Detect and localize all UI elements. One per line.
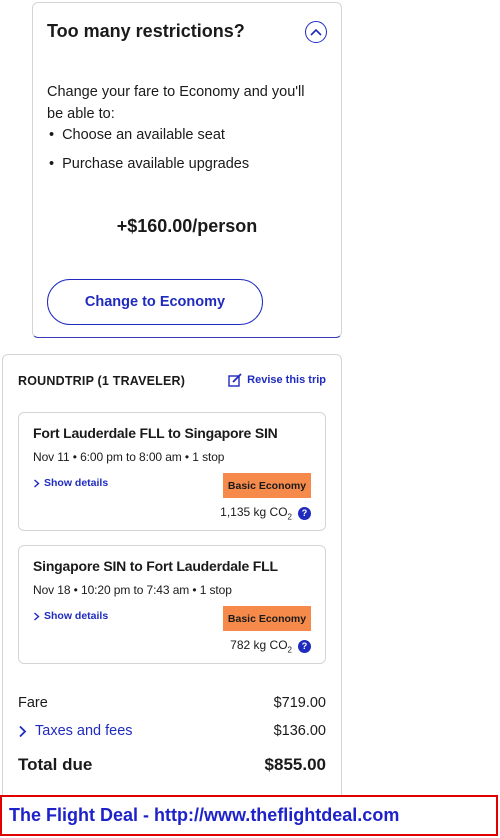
benefit-item: Choose an available seat: [47, 124, 249, 153]
help-icon[interactable]: ?: [298, 639, 311, 653]
total-value: $855.00: [264, 755, 326, 774]
fare-label: Fare: [18, 695, 48, 711]
chevron-right-icon: [34, 478, 40, 488]
fare-row: Fare $719.00: [18, 695, 326, 711]
taxes-label: Taxes and fees: [35, 723, 133, 739]
upsell-card: Too many restrictions? Change your fare …: [32, 2, 342, 338]
benefit-item: Purchase available upgrades: [47, 153, 249, 182]
show-details-label: Show details: [44, 477, 109, 489]
upsell-title: Too many restrictions?: [47, 21, 245, 41]
co2-value: 1,135 kg CO2: [220, 505, 292, 522]
upsell-description: Change your fare to Economy and you'll b…: [47, 84, 305, 122]
show-details-link[interactable]: Show details: [33, 477, 108, 489]
upsell-price: +$160.00/person: [116, 216, 258, 236]
help-icon[interactable]: ?: [298, 506, 311, 520]
taxes-row: Taxes and fees $136.00: [18, 723, 326, 739]
chevron-up-icon: [310, 28, 322, 36]
flight-times: Nov 11 • 6:00 pm to 8:00 am • 1 stop: [33, 450, 225, 464]
flight-card-return: Singapore SIN to Fort Lauderdale FLL Nov…: [18, 545, 326, 664]
benefit-list: Choose an available seat Purchase availa…: [47, 124, 249, 182]
revise-trip-label: Revise this trip: [247, 374, 326, 386]
total-row: Total due $855.00: [18, 755, 326, 775]
flight-card-outbound: Fort Lauderdale FLL to Singapore SIN Nov…: [18, 412, 326, 531]
flight-route: Singapore SIN to Fort Lauderdale FLL: [33, 558, 278, 574]
fare-class-badge: Basic Economy: [223, 473, 311, 498]
banner-text: The Flight Deal - http://www.theflightde…: [9, 805, 400, 825]
change-to-economy-button[interactable]: Change to Economy: [47, 279, 263, 325]
fare-class-badge: Basic Economy: [223, 606, 311, 631]
chevron-right-icon: [34, 611, 40, 621]
trip-summary-card: ROUNDTRIP (1 TRAVELER) Revise this trip …: [2, 354, 342, 824]
show-details-label: Show details: [44, 610, 109, 622]
edit-icon: [228, 373, 242, 387]
watermark-banner: The Flight Deal - http://www.theflightde…: [0, 795, 498, 836]
trip-heading: ROUNDTRIP (1 TRAVELER): [18, 374, 186, 388]
show-details-link[interactable]: Show details: [33, 610, 108, 622]
co2-emissions: 782 kg CO2 ?: [230, 638, 311, 654]
revise-trip-link[interactable]: Revise this trip: [228, 373, 326, 387]
total-label: Total due: [18, 755, 93, 774]
flight-route: Fort Lauderdale FLL to Singapore SIN: [33, 425, 278, 441]
co2-value: 782 kg CO2: [230, 638, 292, 655]
co2-emissions: 1,135 kg CO2 ?: [220, 505, 311, 521]
taxes-value: $136.00: [273, 723, 326, 739]
flight-times: Nov 18 • 10:20 pm to 7:43 am • 1 stop: [33, 583, 232, 597]
chevron-right-icon: [19, 725, 27, 737]
taxes-and-fees-toggle[interactable]: Taxes and fees: [18, 723, 133, 739]
collapse-button[interactable]: [305, 21, 327, 43]
fare-value: $719.00: [273, 695, 326, 711]
